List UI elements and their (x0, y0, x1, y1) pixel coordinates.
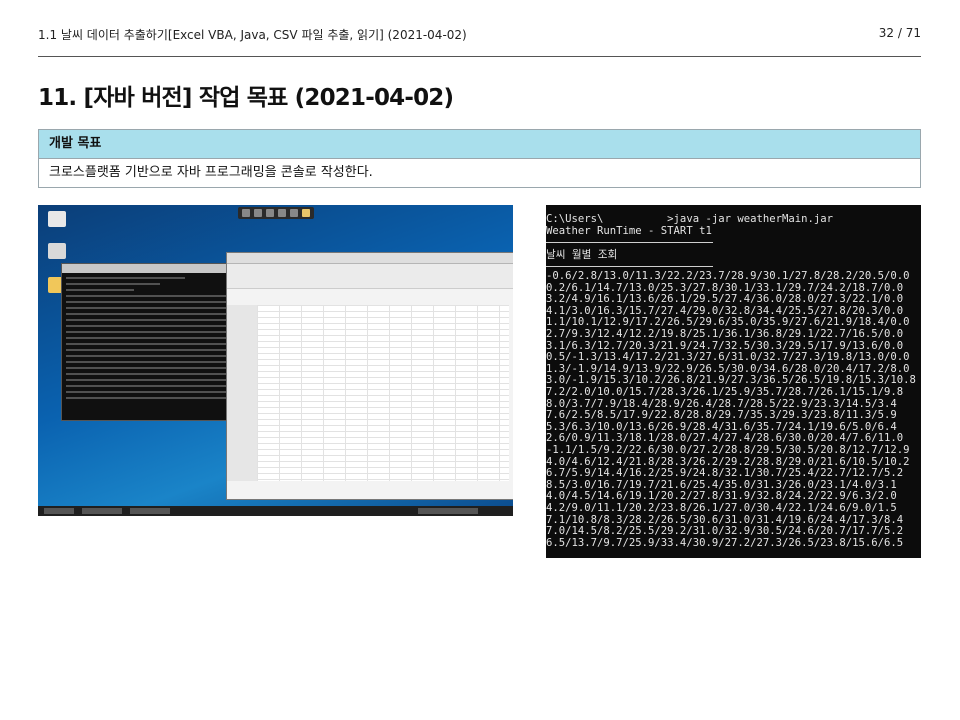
desktop-icon (48, 243, 66, 259)
page-title: 11. [자바 버전] 작업 목표 (2021-04-02) (38, 85, 454, 111)
console-data-row: 3.1/6.3/12.7/20.3/21.9/24.7/32.5/30.3/29… (546, 339, 904, 352)
goal-heading: 개발 목표 (39, 130, 920, 159)
console-data-row: 4.1/3.0/16.3/15.7/27.4/29.0/32.8/34.4/25… (546, 304, 904, 317)
header-title: 1.1 날씨 데이터 추출하기[Excel VBA, Java, CSV 파일 … (38, 28, 467, 42)
console-separator (546, 242, 713, 243)
desktop-taskbar (38, 506, 513, 516)
console-data-row: 0.5/-1.3/13.4/17.2/21.3/27.6/31.0/32.7/2… (546, 351, 910, 364)
console-data-row: 3.2/4.9/16.1/13.6/26.1/29.5/27.4/36.0/28… (546, 293, 904, 306)
console-data-row: -1.1/1.5/9.2/22.6/30.0/27.2/28.8/29.5/30… (546, 444, 910, 456)
spreadsheet-window-thumbnail (226, 252, 513, 500)
console-screenshot: C:\Users\ >java -jar weatherMain.jar Wea… (546, 205, 921, 558)
header-divider (38, 56, 921, 57)
goal-text: 크로스플랫폼 기반으로 자바 프로그래밍을 콘솔로 작성한다. (39, 159, 920, 187)
console-data-row: 7.1/10.8/8.3/28.2/26.5/30.6/31.0/31.4/19… (546, 513, 904, 526)
desktop-screenshot (38, 205, 513, 516)
console-data-row: 2.7/9.3/12.4/12.2/19.8/25.1/36.1/36.8/29… (546, 328, 904, 340)
console-data-row: 8.0/3.7/7.9/18.4/28.9/26.4/28.7/28.5/22.… (546, 397, 897, 410)
console-data-row: 4.0/4.6/12.4/21.8/28.3/26.2/29.2/28.8/29… (546, 455, 910, 468)
console-data-row: 5.3/6.3/10.0/13.6/26.9/28.4/31.6/35.7/24… (546, 420, 897, 433)
console-prompt: C:\Users\ >java -jar weatherMain.jar (546, 213, 834, 225)
console-data-row: 4.0/4.5/14.6/19.1/20.2/27.8/31.9/32.8/24… (546, 490, 897, 503)
console-data-row: 0.2/6.1/14.7/13.0/25.3/27.8/30.1/33.1/29… (546, 281, 904, 294)
desktop-dock (238, 207, 314, 219)
console-data-row: 7.0/14.5/8.2/25.5/29.2/31.0/32.9/30.5/24… (546, 525, 904, 538)
console-data-row: 1.3/-1.9/14.9/13.9/22.9/26.5/30.0/34.6/2… (546, 362, 910, 375)
console-data-row: 6.7/5.9/14.4/16.2/25.9/24.8/32.1/30.7/25… (546, 467, 904, 480)
console-data-row: 7.2/2.0/10.0/15.7/28.3/26.1/25.9/35.7/28… (546, 386, 904, 398)
console-data-row: 3.0/-1.9/15.3/10.2/26.8/21.9/27.3/36.5/2… (546, 374, 916, 387)
page-number: 32 / 71 (878, 26, 921, 40)
console-data-row: 7.6/2.5/8.5/17.9/22.8/28.8/29.7/35.3/29.… (546, 409, 897, 422)
console-data-row: 6.5/13.7/9.7/25.9/33.4/30.9/27.2/27.3/26… (546, 536, 904, 549)
console-separator (546, 266, 713, 267)
console-data-row: 2.6/0.9/11.3/18.1/28.0/27.4/27.4/28.6/30… (546, 432, 904, 445)
console-runtime-line: Weather RunTime - START t1 (546, 225, 712, 237)
terminal-window-thumbnail (61, 263, 233, 421)
console-data-row: 8.5/3.0/16.7/19.7/21.6/25.4/35.0/31.3/26… (546, 478, 897, 491)
console-heading: 날씨 월별 조회 (546, 249, 618, 261)
page-header: 1.1 날씨 데이터 추출하기[Excel VBA, Java, CSV 파일 … (38, 26, 921, 48)
goal-table: 개발 목표 크로스플랫폼 기반으로 자바 프로그래밍을 콘솔로 작성한다. (38, 129, 921, 188)
console-data-row: 4.2/9.0/11.1/20.2/23.8/26.1/27.0/30.4/22… (546, 502, 897, 514)
console-data-row: 1.1/10.1/12.9/17.2/26.5/29.6/35.0/35.9/2… (546, 316, 910, 329)
desktop-icon (48, 211, 66, 227)
console-data-row: -0.6/2.8/13.0/11.3/22.2/23.7/28.9/30.1/2… (546, 270, 910, 282)
